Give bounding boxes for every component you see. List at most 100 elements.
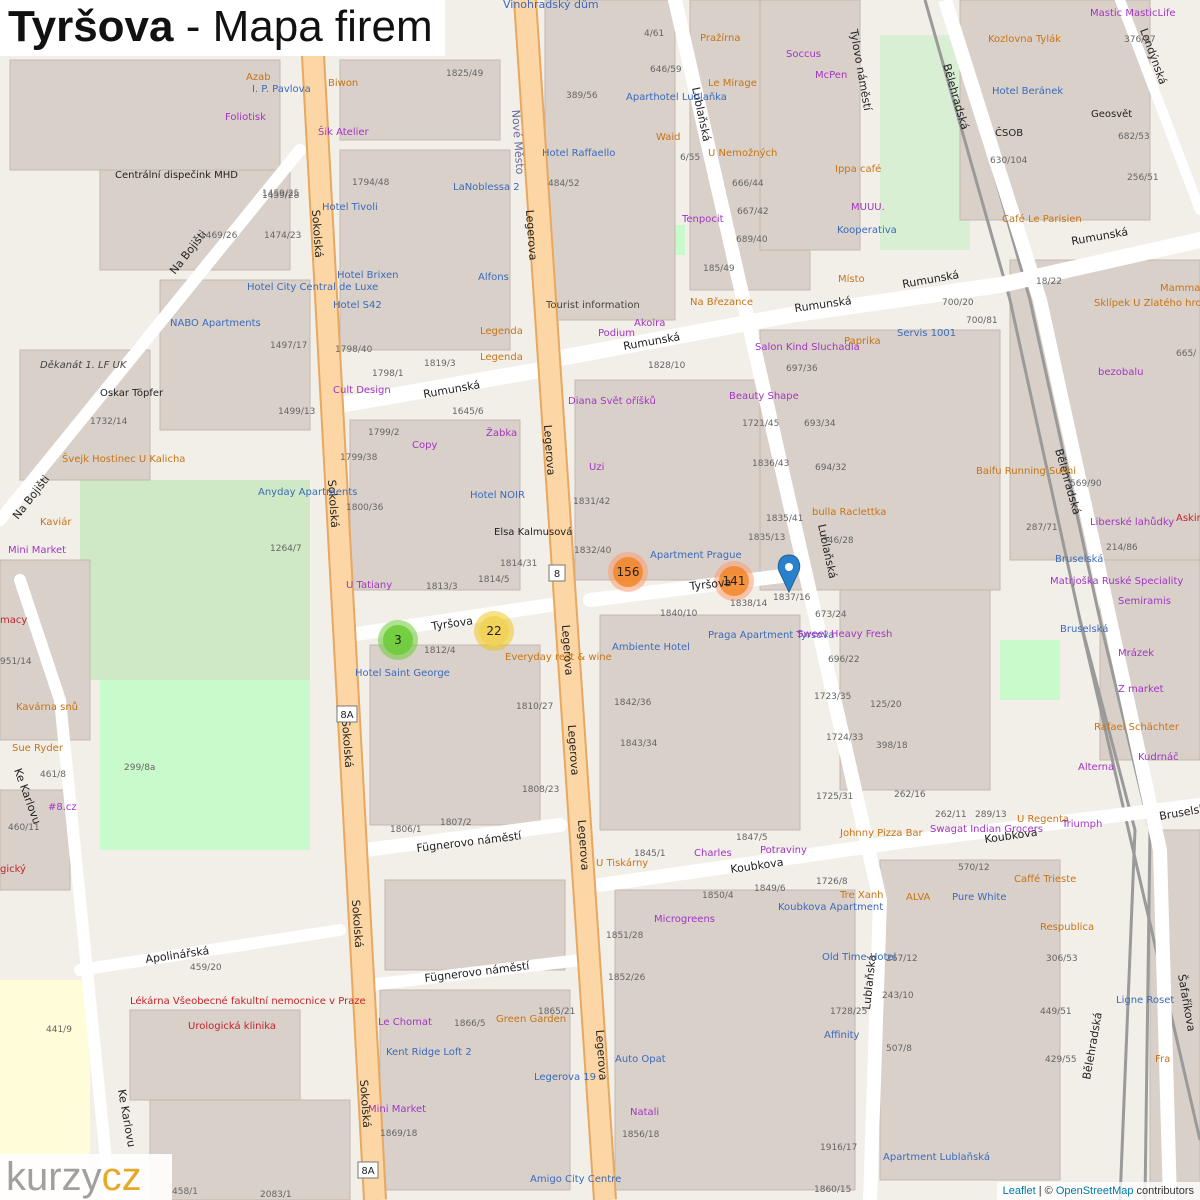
svg-text:Hotel Raffaello: Hotel Raffaello: [542, 148, 615, 159]
svg-text:Le Chomat: Le Chomat: [378, 1017, 432, 1028]
house-number: 1497/17: [270, 341, 307, 351]
cluster-3[interactable]: 3: [378, 620, 418, 660]
svg-text:3: 3: [394, 633, 402, 647]
house-number: 1732/14: [90, 417, 128, 427]
house-number: 267/12: [886, 954, 918, 964]
svg-text:Tre Xanh: Tre Xanh: [839, 890, 884, 901]
svg-text:Natali: Natali: [630, 1107, 659, 1118]
house-number: 1835/41: [766, 514, 803, 524]
svg-text:Askin: Askin: [1176, 513, 1200, 524]
svg-text:Le Mirage: Le Mirage: [708, 78, 757, 89]
house-number: 1819/3: [424, 359, 456, 369]
house-number: 667/42: [737, 207, 769, 217]
house-number: 262/16: [894, 790, 926, 800]
osm-link[interactable]: OpenStreetMap: [1056, 1185, 1134, 1197]
svg-text:Z market: Z market: [1118, 684, 1164, 695]
svg-text:U Tatiany: U Tatiany: [346, 580, 392, 591]
svg-text:Microgreens: Microgreens: [654, 914, 715, 925]
svg-text:Sweet Heavy Fresh: Sweet Heavy Fresh: [797, 629, 892, 640]
house-number: 1838/14: [730, 599, 768, 609]
house-number: 1852/26: [608, 973, 646, 983]
house-number: 1869/18: [380, 1129, 418, 1139]
svg-text:156: 156: [617, 565, 640, 579]
svg-text:Servis 1001: Servis 1001: [897, 328, 956, 339]
svg-text:Oskar Töpfer: Oskar Töpfer: [100, 388, 164, 399]
svg-text:8A: 8A: [361, 1166, 374, 1177]
svg-text:Žabka: Žabka: [486, 426, 517, 439]
house-number: 306/53: [1046, 954, 1078, 964]
cluster-22[interactable]: 22: [474, 611, 514, 651]
house-number: 1810/27: [516, 702, 553, 712]
svg-text:Mrázek: Mrázek: [1118, 647, 1154, 659]
svg-text:Tourist information: Tourist information: [545, 300, 640, 311]
svg-text:Apartment Lublaňská: Apartment Lublaňská: [883, 1151, 990, 1163]
house-number: 1808/23: [522, 785, 559, 795]
page-title: Tyršova - Mapa firem: [0, 0, 445, 56]
svg-text:Mastic MasticLife: Mastic MasticLife: [1090, 8, 1176, 19]
svg-text:Sue Ryder: Sue Ryder: [12, 743, 64, 754]
house-number: 1843/34: [620, 739, 658, 749]
house-number: 696/22: [828, 655, 860, 665]
house-number: 700/20: [942, 298, 974, 308]
svg-text:Koubkova Apartment: Koubkova Apartment: [778, 902, 883, 913]
svg-text:Legerova 19: Legerova 19: [534, 1072, 596, 1083]
svg-text:Copy: Copy: [412, 440, 437, 451]
svg-text:Ambiente Hotel: Ambiente Hotel: [612, 642, 690, 653]
svg-text:ČSOB: ČSOB: [995, 126, 1023, 139]
house-number: 214/86: [1106, 543, 1138, 553]
house-number: 1845/1: [634, 849, 666, 859]
svg-text:Alterna: Alterna: [1078, 762, 1114, 773]
leaflet-link[interactable]: Leaflet: [1003, 1185, 1036, 1197]
house-number: 1264/7: [270, 544, 302, 554]
svg-text:Charles: Charles: [694, 848, 732, 859]
svg-text:Paprika: Paprika: [844, 336, 881, 347]
svg-text:Kaviár: Kaviár: [40, 516, 72, 528]
house-number: 569/90: [1070, 479, 1102, 489]
svg-text:Cult Design: Cult Design: [333, 385, 391, 396]
svg-text:Hotel Beránek: Hotel Beránek: [992, 85, 1063, 97]
house-number: 673/24: [815, 610, 847, 620]
house-number: 1851/28: [606, 931, 644, 941]
house-number: 665/: [1176, 349, 1197, 359]
svg-text:Bruselská: Bruselská: [1055, 553, 1103, 565]
svg-text:Fra: Fra: [1155, 1054, 1170, 1065]
house-number: 700/81: [966, 316, 998, 326]
svg-text:Kent Ridge Loft 2: Kent Ridge Loft 2: [386, 1047, 472, 1058]
house-number: 630/104: [990, 156, 1028, 166]
house-number: 1835/13: [748, 533, 785, 543]
svg-text:Hotel City Central de Luxe: Hotel City Central de Luxe: [247, 282, 378, 293]
cluster-156[interactable]: 156: [608, 552, 648, 592]
map-canvas[interactable]: 3 22 156 141 Sokolská Sokolská Sokolská …: [0, 0, 1200, 1200]
svg-text:Podium: Podium: [598, 328, 635, 339]
svg-text:Legenda: Legenda: [480, 326, 523, 337]
house-number: 1865/21: [538, 1007, 575, 1017]
svg-text:Kooperativa: Kooperativa: [837, 225, 897, 236]
svg-text:Anyday Apartments: Anyday Apartments: [258, 487, 357, 498]
house-number: 243/10: [882, 991, 914, 1001]
house-number: 289/13: [975, 810, 1007, 820]
svg-text:#8.cz: #8.cz: [48, 802, 77, 813]
house-number: 429/55: [1045, 1055, 1077, 1065]
svg-text:Semiramis: Semiramis: [1118, 596, 1171, 607]
svg-text:Pure White: Pure White: [952, 892, 1007, 903]
svg-text:gický: gický: [0, 863, 26, 875]
svg-text:Ippa café: Ippa café: [835, 163, 881, 175]
house-number: 376/57: [1124, 35, 1156, 45]
house-number: 697/36: [786, 364, 818, 374]
house-number: 1856/18: [622, 1130, 660, 1140]
house-number: 398/18: [876, 741, 908, 751]
house-number: 1728/25: [830, 1007, 867, 1017]
house-number: 459/20: [190, 963, 222, 973]
svg-text:Šik Atelier: Šik Atelier: [318, 125, 370, 138]
svg-text:8A: 8A: [340, 710, 353, 721]
attr-sep: | ©: [1035, 1185, 1056, 1197]
svg-text:Geosvět: Geosvět: [1091, 108, 1132, 120]
brand-logo[interactable]: kurzycz: [0, 1154, 172, 1200]
svg-text:McPen: McPen: [815, 70, 847, 81]
brand-part-k: kurzy: [6, 1155, 102, 1199]
house-number: 1812/4: [424, 646, 456, 656]
house-number: 1724/33: [826, 733, 863, 743]
house-number: 1799/38: [340, 453, 378, 463]
svg-text:Pražírna: Pražírna: [700, 32, 741, 44]
svg-text:Bruselská: Bruselská: [1060, 623, 1108, 635]
